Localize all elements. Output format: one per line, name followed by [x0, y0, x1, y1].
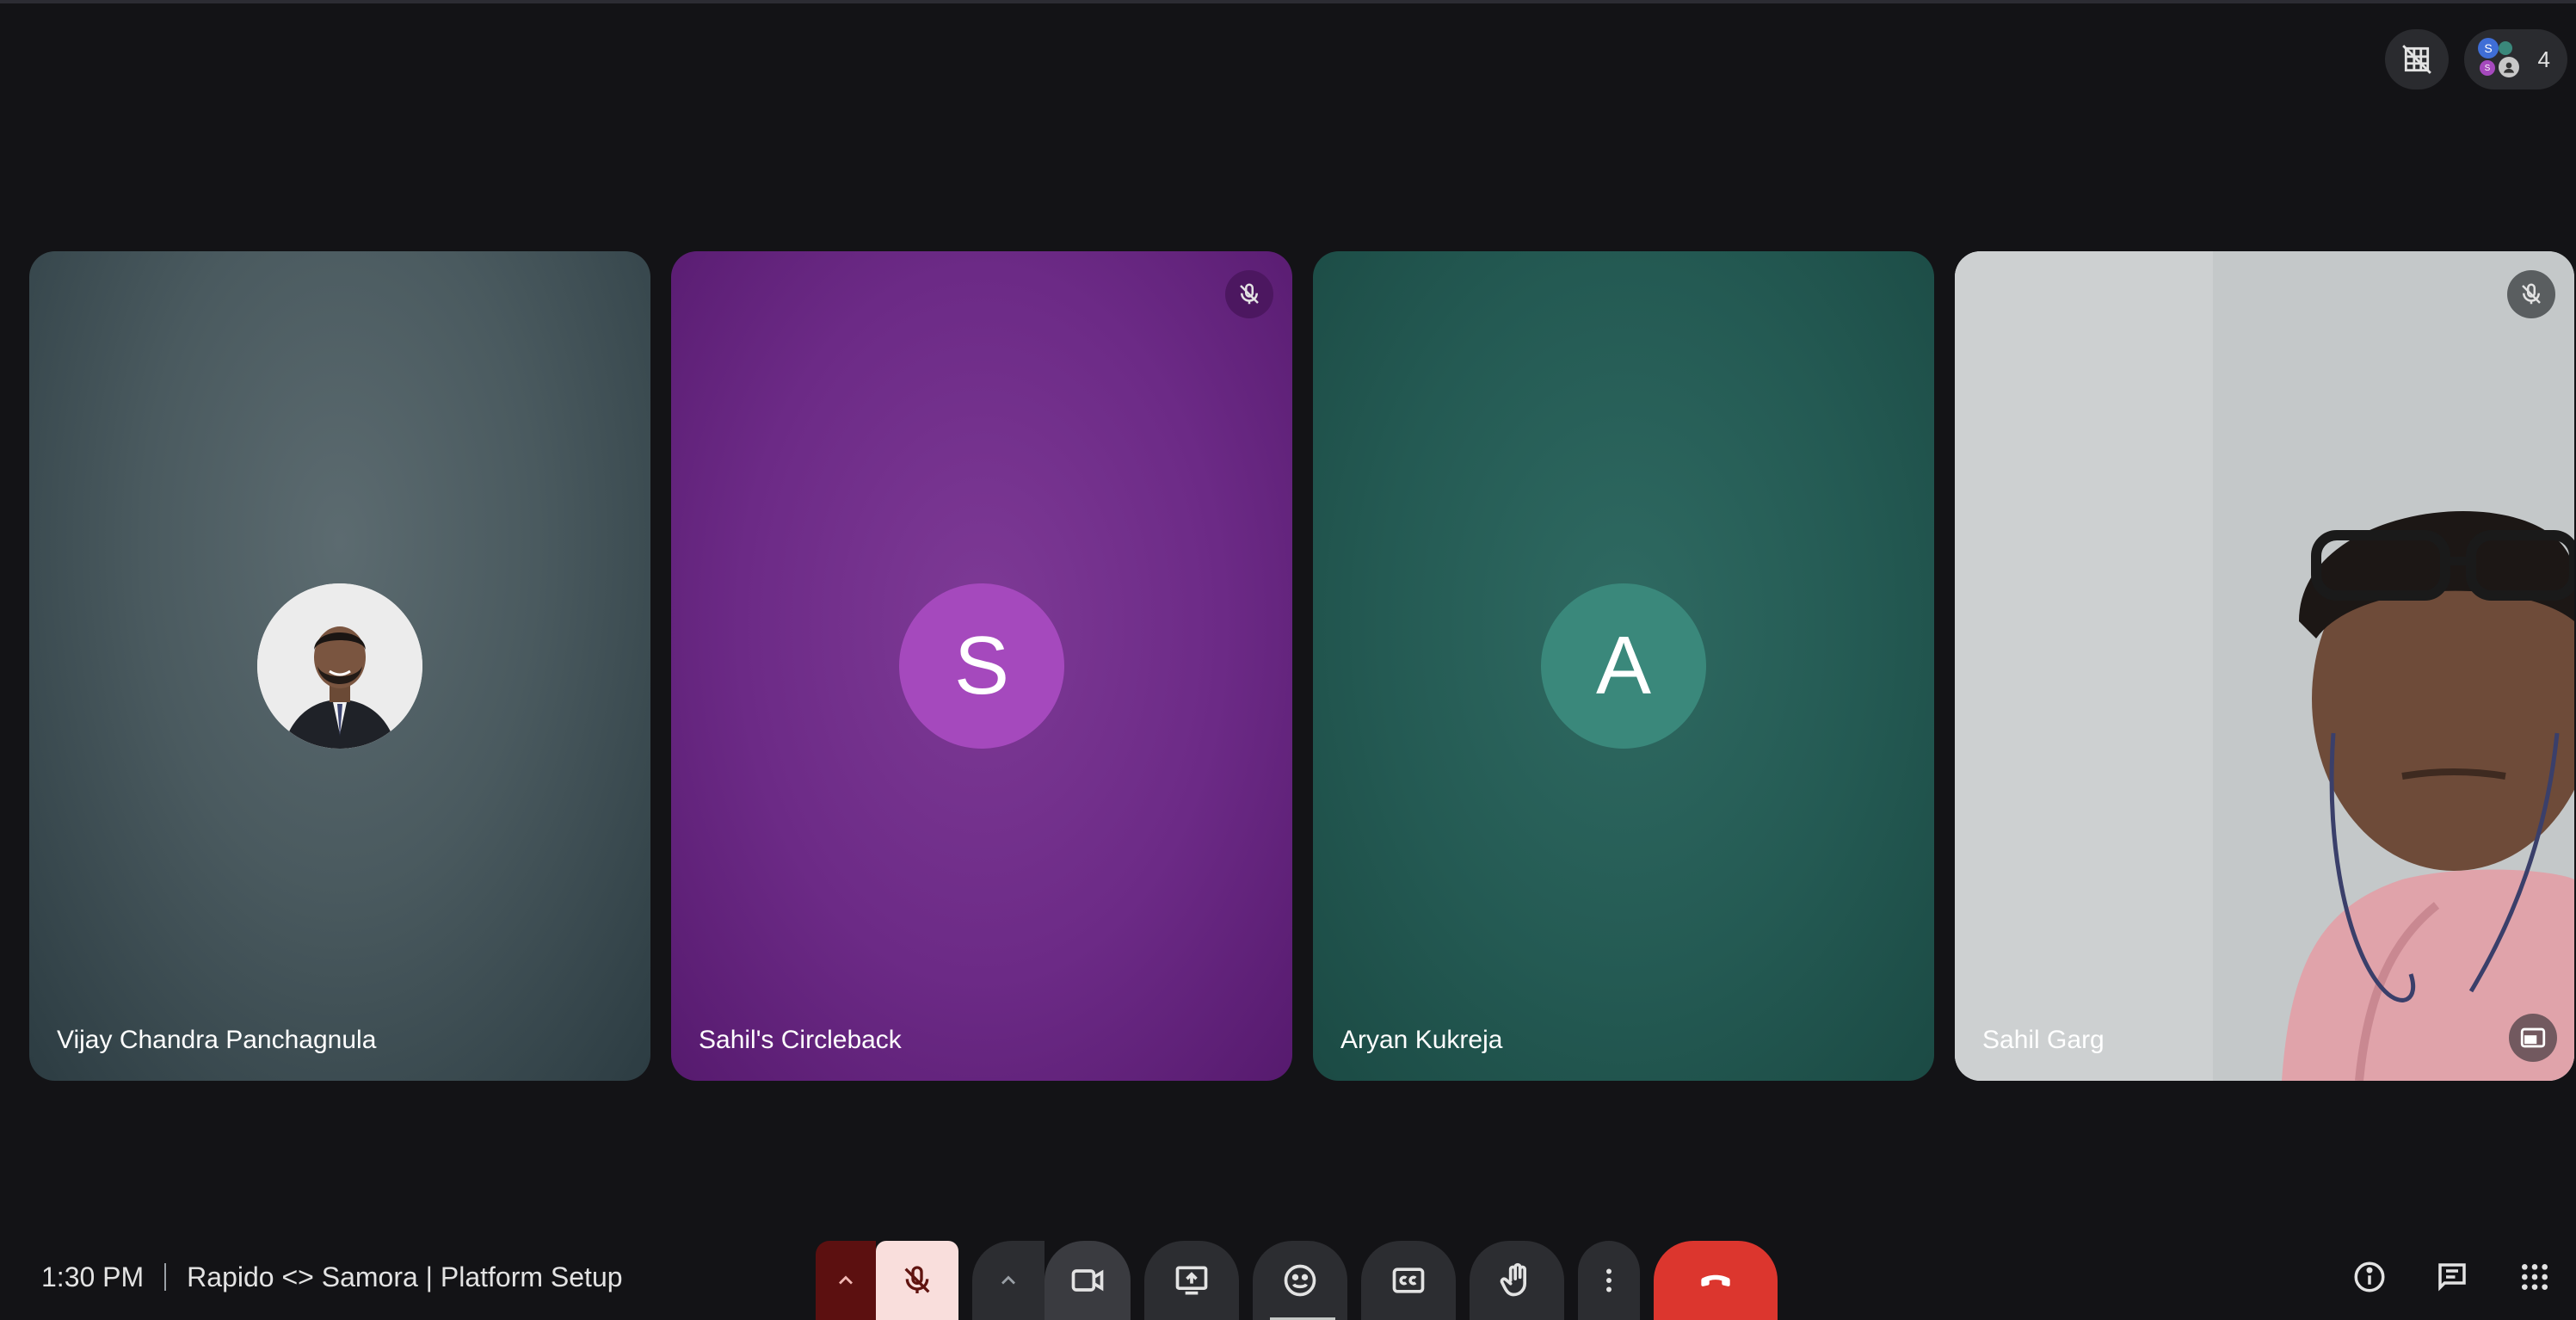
chat-icon: [2438, 1263, 2466, 1292]
hand-icon: [1500, 1262, 1526, 1297]
profile-photo-icon: [257, 583, 422, 749]
divider: [164, 1263, 167, 1291]
audio-options-button[interactable]: [816, 1241, 876, 1320]
layout-toggle-button[interactable]: [2385, 29, 2449, 89]
meeting-info: 1:30 PM Rapido <> Samora | Platform Setu…: [41, 1251, 623, 1303]
pip-icon: [2520, 1027, 2546, 1048]
avatar: A: [1541, 583, 1706, 749]
participant-tile[interactable]: A Aryan Kukreja: [1313, 251, 1934, 1081]
captions-button[interactable]: [1361, 1241, 1456, 1320]
participant-count: 4: [2537, 46, 2550, 72]
meet-window: S S 4 Vijay Chandra Panchagnula S Sahil'…: [0, 0, 2576, 1320]
present-screen-button[interactable]: [1144, 1241, 1239, 1320]
camera-control: [972, 1241, 1131, 1320]
participant-name: Sahil's Circleback: [699, 1026, 902, 1054]
top-right-controls: S S 4: [2385, 29, 2567, 89]
mic-off-icon: [904, 1266, 930, 1293]
camera-toggle-button[interactable]: [1045, 1241, 1131, 1320]
call-end-icon: [1701, 1274, 1730, 1286]
microphone-toggle-button[interactable]: [876, 1241, 958, 1320]
call-controls: [816, 1241, 1778, 1320]
info-icon: [2354, 1261, 2385, 1292]
side-panel-controls: [2328, 1251, 2576, 1303]
participant-name: Aryan Kukreja: [1340, 1026, 1503, 1054]
mini-avatar: [2499, 41, 2512, 55]
participant-name: Sahil Garg: [1982, 1026, 2105, 1054]
leave-call-button[interactable]: [1654, 1241, 1778, 1320]
video-camera-icon: [1071, 1269, 1104, 1292]
participant-video: [1955, 251, 2574, 1081]
activities-button[interactable]: [2493, 1251, 2576, 1303]
chevron-up-icon: [1001, 1275, 1015, 1285]
mini-avatar: S: [2478, 38, 2499, 59]
avatar: S: [899, 583, 1064, 749]
participant-grid: Vijay Chandra Panchagnula S Sahil's Circ…: [29, 251, 2574, 1081]
meeting-title: Rapido <> Samora | Platform Setup: [187, 1261, 623, 1292]
chat-button[interactable]: [2411, 1251, 2493, 1303]
raise-hand-button[interactable]: [1470, 1241, 1564, 1320]
participant-tile[interactable]: S Sahil's Circleback: [671, 251, 1292, 1081]
muted-indicator: [2507, 270, 2555, 318]
avatar: [257, 583, 422, 749]
participant-name: Vijay Chandra Panchagnula: [57, 1026, 377, 1054]
more-options-button[interactable]: [1578, 1241, 1640, 1320]
participant-avatars: S S: [2478, 38, 2521, 81]
participant-tile[interactable]: Sahil Garg: [1955, 251, 2574, 1081]
meeting-details-button[interactable]: [2328, 1251, 2411, 1303]
mini-avatar-photo: [2499, 57, 2519, 77]
mic-off-icon: [2522, 283, 2541, 305]
emoji-icon: [1284, 1264, 1316, 1297]
present-screen-icon: [1175, 1266, 1208, 1295]
chevron-up-icon: [839, 1275, 853, 1285]
picture-in-picture-button[interactable]: [2509, 1014, 2557, 1062]
no-grid-icon: [2402, 45, 2431, 74]
closed-captions-icon: [1392, 1268, 1425, 1293]
microphone-control: [816, 1241, 958, 1320]
more-vert-icon: [1606, 1268, 1612, 1292]
mini-avatar: S: [2480, 60, 2495, 76]
apps-grid-icon: [2522, 1264, 2548, 1290]
reactions-button[interactable]: [1253, 1241, 1347, 1320]
clock-time: 1:30 PM: [41, 1261, 145, 1292]
participant-tile[interactable]: Vijay Chandra Panchagnula: [29, 251, 650, 1081]
mic-off-icon: [1240, 283, 1259, 305]
participants-button[interactable]: S S 4: [2464, 29, 2567, 89]
muted-indicator: [1225, 270, 1273, 318]
video-options-button[interactable]: [972, 1241, 1045, 1320]
